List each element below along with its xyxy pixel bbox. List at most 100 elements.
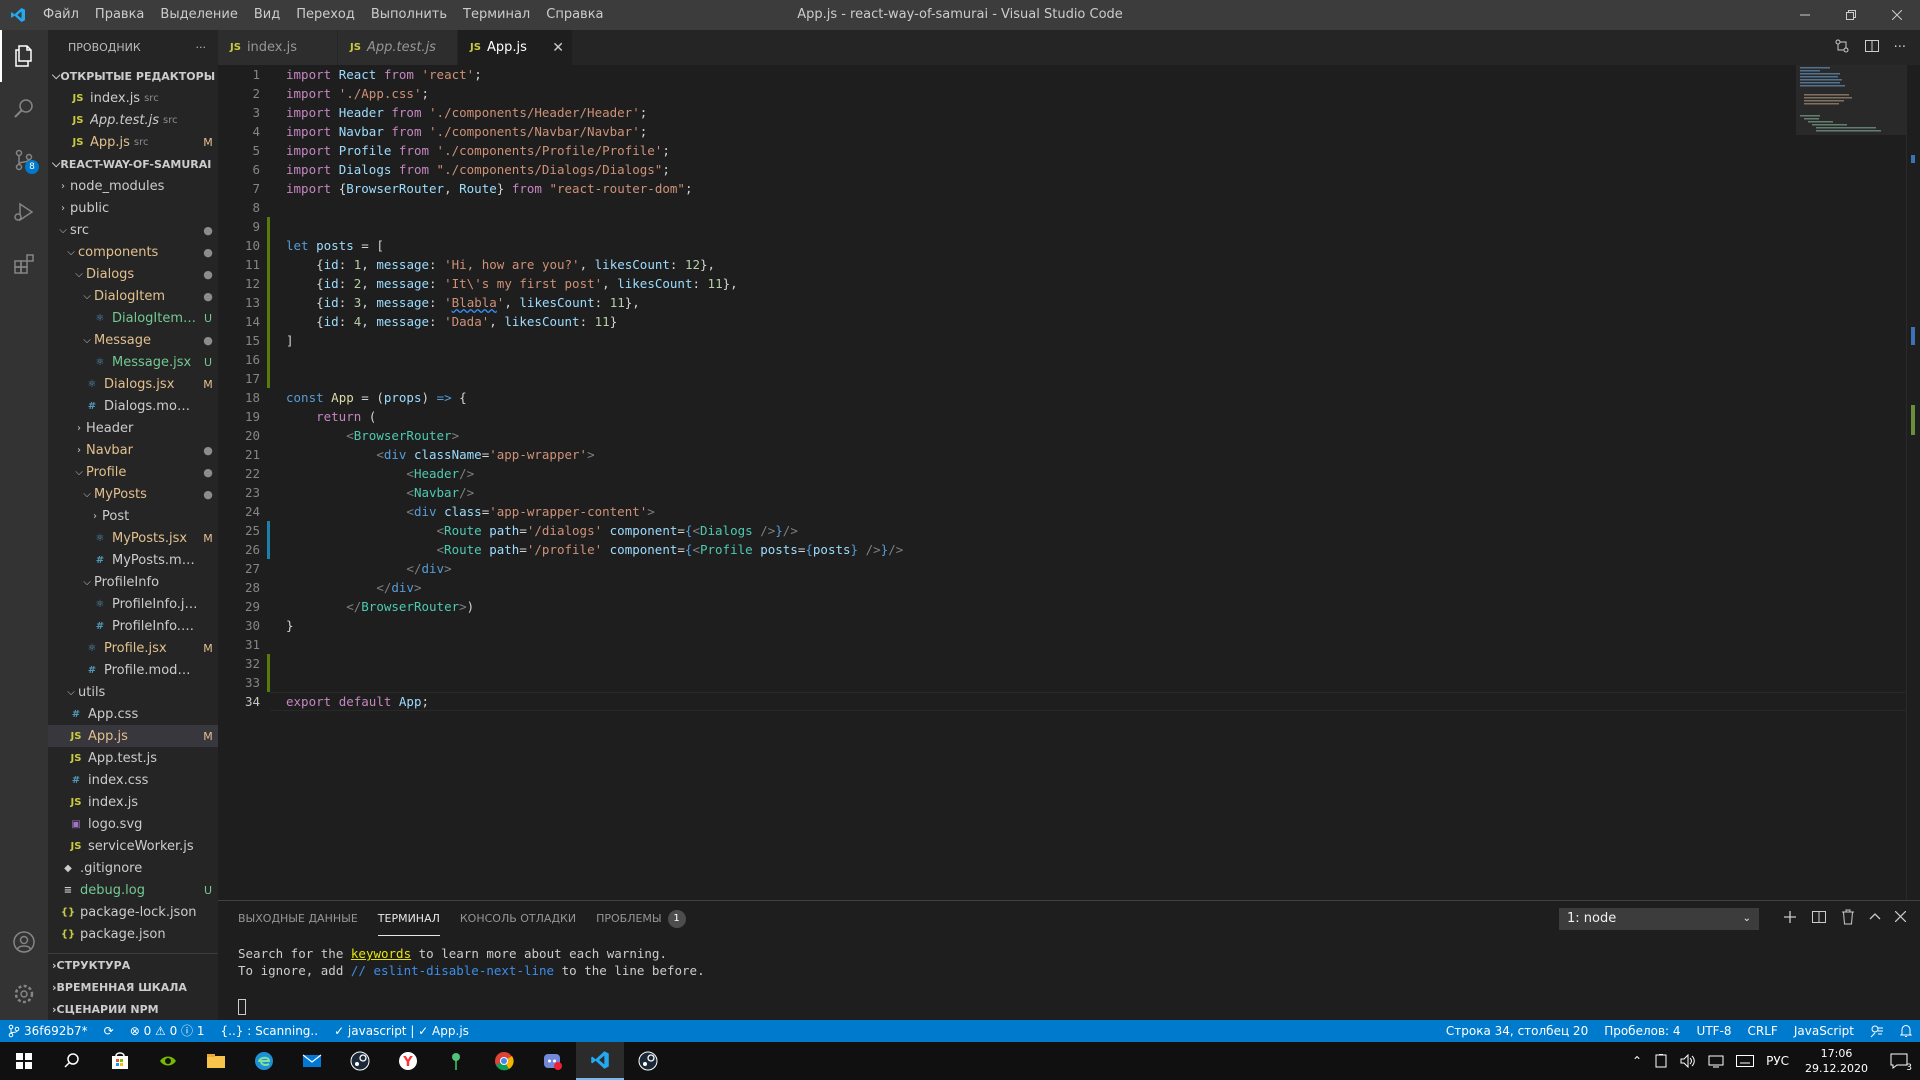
tree-file[interactable]: ⚛ Message.jsx U (48, 351, 218, 373)
tab-output[interactable]: ВЫХОДНЫЕ ДАННЫЕ (238, 901, 358, 936)
code-line[interactable]: 3 import Header from './components/Header… (218, 103, 1778, 122)
steam-icon[interactable] (336, 1042, 384, 1080)
tree-file[interactable]: ⚛ Profile.jsx M (48, 637, 218, 659)
code-line[interactable]: 24 <div class='app-wrapper-content'> (218, 502, 1778, 521)
tree-folder[interactable]: ⌵ components ● (48, 241, 218, 263)
code-line[interactable]: 14 {id: 4, message: 'Dada', likesCount: … (218, 312, 1778, 331)
tab-debug-console[interactable]: КОНСОЛЬ ОТЛАДКИ (460, 901, 576, 936)
code-line[interactable]: 20 <BrowserRouter> (218, 426, 1778, 445)
code-line[interactable]: 26 <Route path='/profile' component={<Pr… (218, 540, 1778, 559)
tree-file[interactable]: {} package-lock.json (48, 901, 218, 923)
code-line[interactable]: 31 (218, 635, 1778, 654)
chrome-icon[interactable] (480, 1042, 528, 1080)
tree-file[interactable]: # MyPosts.module.... (48, 549, 218, 571)
open-editor-item[interactable]: JS index.js src (48, 87, 218, 109)
volume-icon[interactable] (1674, 1054, 1702, 1068)
menu-edit[interactable]: Правка (87, 0, 152, 30)
tree-folder[interactable]: › Header (48, 417, 218, 439)
timeline-section[interactable]: › ВРЕМЕННАЯ ШКАЛА (48, 976, 218, 998)
split-terminal-icon[interactable] (1811, 909, 1827, 929)
source-control-icon[interactable]: 8 (0, 134, 48, 186)
tree-file[interactable]: # ProfileInfo.mod... (48, 615, 218, 637)
code-line[interactable]: 2 import './App.css'; (218, 84, 1778, 103)
code-line[interactable]: 9 (218, 217, 1778, 236)
sync-icon[interactable]: ⟳ (96, 1020, 122, 1042)
more-actions-icon[interactable]: ··· (1894, 40, 1906, 55)
code-line[interactable]: 1 import React from 'react'; (218, 65, 1778, 84)
code-line[interactable]: 23 <Navbar/> (218, 483, 1778, 502)
open-editor-item[interactable]: JS App.test.js src (48, 109, 218, 131)
scanning-status[interactable]: {..} : Scanning.. (213, 1020, 327, 1042)
project-section[interactable]: ⌵ REACT-WAY-OF-SAMURAI (48, 153, 218, 175)
steam-icon[interactable] (624, 1042, 672, 1080)
eslint-status[interactable]: ✓ javascript | ✓ App.js (326, 1020, 477, 1042)
code-line[interactable]: 30} (218, 616, 1778, 635)
end-of-line[interactable]: CRLF (1740, 1020, 1786, 1042)
tree-folder[interactable]: › node_modules (48, 175, 218, 197)
open-changes-icon[interactable] (1834, 38, 1850, 58)
explorer-icon[interactable] (0, 30, 48, 82)
network-icon[interactable] (1702, 1054, 1730, 1068)
new-terminal-icon[interactable] (1783, 910, 1797, 928)
windows-start-icon[interactable] (0, 1042, 48, 1080)
tree-folder[interactable]: › Navbar ● (48, 439, 218, 461)
battery-icon[interactable] (1648, 1054, 1674, 1068)
tree-file[interactable]: ⚛ MyPosts.jsx M (48, 527, 218, 549)
indentation[interactable]: Пробелов: 4 (1596, 1020, 1688, 1042)
code-line[interactable]: 10 let posts = [ (218, 236, 1778, 255)
notifications-bell-icon[interactable] (1892, 1020, 1920, 1042)
discord-icon[interactable] (528, 1042, 576, 1080)
code-editor[interactable]: 1 import React from 'react'; 2 import './Ap… (218, 65, 1920, 900)
vscode-taskbar-icon[interactable] (576, 1042, 624, 1080)
close-tab-icon[interactable]: ✕ (552, 40, 564, 56)
terminal-link[interactable]: keywords (351, 946, 411, 961)
tab-problems[interactable]: ПРОБЛЕМЫ 1 (596, 901, 686, 936)
accounts-icon[interactable] (0, 916, 48, 968)
tree-folder[interactable]: ⌵ src ● (48, 219, 218, 241)
tree-file[interactable]: {} package.json (48, 923, 218, 945)
code-line[interactable]: 28 </div> (218, 578, 1778, 597)
tree-file[interactable]: ⚛ DialogItem.... U (48, 307, 218, 329)
menu-go[interactable]: Переход (288, 0, 363, 30)
code-line[interactable]: 18 const App = (props) => { (218, 388, 1778, 407)
file-explorer-icon[interactable] (192, 1042, 240, 1080)
code-line[interactable]: 17 (218, 369, 1778, 388)
terminal-output[interactable]: Search for the keywords to learn more ab… (238, 945, 705, 979)
notifications-icon[interactable]: 3 (1878, 1053, 1920, 1073)
keyboard-icon[interactable] (1730, 1055, 1760, 1067)
minimap[interactable] (1796, 65, 1906, 135)
code-line[interactable]: 5 import Profile from './components/Profi… (218, 141, 1778, 160)
tab-app-js[interactable]: JS App.js ✕ (458, 30, 573, 65)
open-editor-item[interactable]: JS App.js src M (48, 131, 218, 153)
settings-gear-icon[interactable] (0, 968, 48, 1020)
cursor-position[interactable]: Строка 34, столбец 20 (1438, 1020, 1596, 1042)
code-line[interactable]: 15] (218, 331, 1778, 350)
chevron-up-icon[interactable]: ⌃ (1626, 1054, 1648, 1068)
git-branch[interactable]: 36f692b7* (0, 1020, 96, 1042)
store-icon[interactable] (96, 1042, 144, 1080)
run-debug-icon[interactable] (0, 186, 48, 238)
tree-folder[interactable]: ⌵ MyPosts ● (48, 483, 218, 505)
menu-help[interactable]: Справка (538, 0, 611, 30)
more-actions-icon[interactable]: ··· (196, 41, 207, 54)
tab-index-js[interactable]: JS index.js (218, 30, 338, 65)
tree-file[interactable]: JS serviceWorker.js (48, 835, 218, 857)
tree-folder[interactable]: › Post (48, 505, 218, 527)
code-line[interactable]: 25 <Route path='/dialogs' component={<Di… (218, 521, 1778, 540)
tab-terminal[interactable]: ТЕРМИНАЛ (377, 901, 440, 936)
menu-selection[interactable]: Выделение (152, 0, 245, 30)
code-line[interactable]: 27 </div> (218, 559, 1778, 578)
npm-scripts-section[interactable]: › СЦЕНАРИИ NPM (48, 998, 218, 1020)
nvidia-icon[interactable] (144, 1042, 192, 1080)
open-editors-section[interactable]: ⌵ ОТКРЫТЫЕ РЕДАКТОРЫ (48, 65, 218, 87)
input-language[interactable]: РУС (1760, 1054, 1795, 1068)
tree-folder[interactable]: ⌵ Profile ● (48, 461, 218, 483)
tree-folder[interactable]: ⌵ Message ● (48, 329, 218, 351)
menu-terminal[interactable]: Терминал (455, 0, 538, 30)
tree-file[interactable]: JS App.js M (48, 725, 218, 747)
close-panel-icon[interactable] (1894, 910, 1907, 926)
code-line[interactable]: 21 <div className='app-wrapper'> (218, 445, 1778, 464)
tree-file[interactable]: ≡ debug.log U (48, 879, 218, 901)
feedback-icon[interactable] (1862, 1020, 1892, 1042)
code-line[interactable]: 13 {id: 3, message: 'Blabla', likesCount… (218, 293, 1778, 312)
